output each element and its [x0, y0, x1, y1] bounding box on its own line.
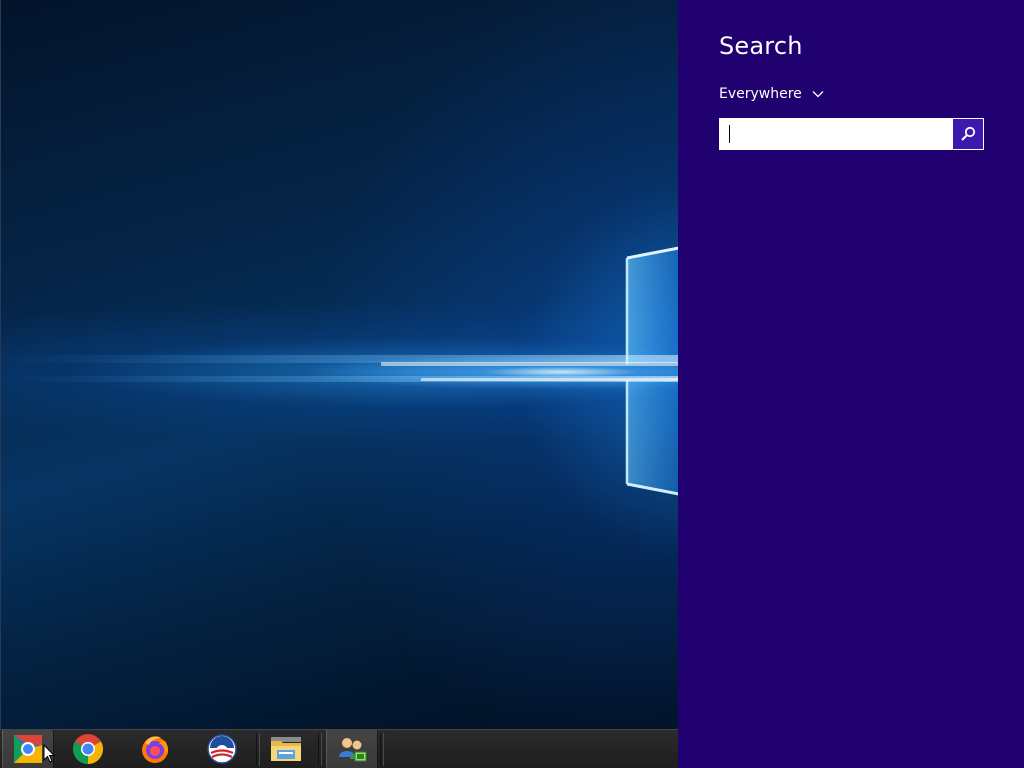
mouse-cursor-icon [43, 744, 55, 763]
search-scope-dropdown[interactable]: Everywhere [719, 86, 824, 102]
taskbar-item-chrome[interactable] [62, 730, 114, 768]
screen: Search Everywhere [0, 0, 1024, 768]
chrome-icon [72, 734, 104, 765]
search-charm-title: Search [719, 32, 803, 60]
search-charm-panel: Search Everywhere [678, 0, 1024, 768]
taskbar-separator [380, 733, 384, 766]
taskbar-item-firefox[interactable] [129, 730, 181, 768]
file-explorer-icon [271, 737, 301, 761]
search-box [719, 118, 984, 150]
network-users-icon [339, 738, 367, 762]
search-scope-label: Everywhere [719, 86, 802, 102]
taskbar-item-file-explorer[interactable] [260, 730, 312, 768]
text-caret [729, 125, 730, 143]
desktop-wallpaper[interactable] [0, 0, 679, 729]
chrome-app-launcher-icon [14, 735, 42, 763]
chevron-down-icon [812, 91, 824, 98]
search-icon [961, 126, 976, 141]
taskbar [0, 729, 678, 768]
taskbar-separator [318, 733, 322, 766]
firefox-icon [142, 736, 169, 763]
campaign-logo-icon [207, 734, 237, 764]
taskbar-item-campaign-logo[interactable] [196, 730, 248, 768]
search-input[interactable] [720, 119, 954, 149]
windows-logo-light [1, 246, 679, 496]
taskbar-item-network-users[interactable] [326, 730, 378, 768]
search-button[interactable] [953, 119, 983, 149]
